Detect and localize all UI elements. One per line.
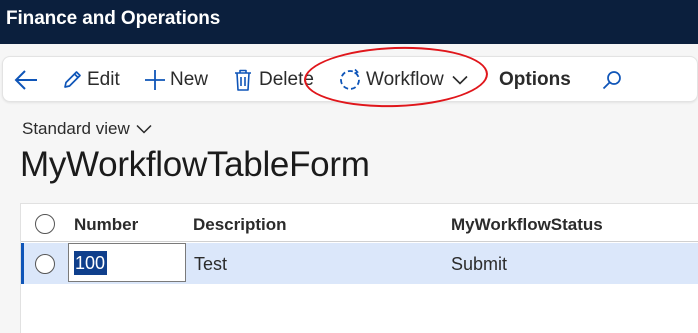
new-label: New (170, 69, 209, 90)
page-title: MyWorkflowTableForm (20, 145, 370, 184)
grid-header: Number Description MyWorkflowStatus (21, 203, 698, 242)
chevron-down-icon (452, 75, 468, 85)
app-header: Finance and Operations (0, 0, 698, 44)
app-title: Finance and Operations (6, 8, 221, 29)
delete-label: Delete (259, 69, 314, 90)
search-icon (601, 69, 623, 91)
workflow-button[interactable]: Workflow (337, 57, 468, 103)
data-grid: Number Description MyWorkflowStatus 100 … (20, 203, 698, 333)
new-button[interactable]: New (143, 57, 208, 103)
options-label: Options (499, 69, 571, 90)
back-button[interactable] (13, 57, 39, 103)
edit-button[interactable]: Edit (61, 57, 120, 103)
action-pane: Edit New Delete Workflow Options (2, 56, 698, 102)
workflow-icon (337, 67, 363, 93)
edit-label: Edit (87, 69, 120, 90)
view-selector[interactable]: Standard view (22, 119, 152, 139)
back-arrow-icon (13, 69, 39, 91)
view-selector-label: Standard view (22, 119, 130, 138)
chevron-down-icon (130, 119, 152, 139)
options-tab[interactable]: Options (499, 57, 571, 103)
search-button[interactable] (601, 57, 623, 103)
row-select-radio[interactable] (35, 254, 55, 274)
select-all-radio[interactable] (35, 214, 55, 234)
column-header-number[interactable]: Number (74, 215, 138, 235)
column-header-description[interactable]: Description (193, 215, 287, 235)
plus-icon (143, 68, 167, 92)
workflow-label: Workflow (366, 69, 444, 90)
trash-icon (233, 68, 253, 92)
column-header-status[interactable]: MyWorkflowStatus (451, 215, 603, 235)
description-cell[interactable]: Test (194, 254, 227, 275)
number-value: 100 (74, 251, 108, 275)
table-row[interactable]: 100 Test Submit (21, 243, 698, 284)
status-cell[interactable]: Submit (451, 254, 507, 275)
selected-row-indicator (21, 243, 24, 284)
number-field[interactable]: 100 (68, 243, 186, 282)
delete-button[interactable]: Delete (233, 57, 314, 103)
pencil-icon (61, 69, 83, 91)
